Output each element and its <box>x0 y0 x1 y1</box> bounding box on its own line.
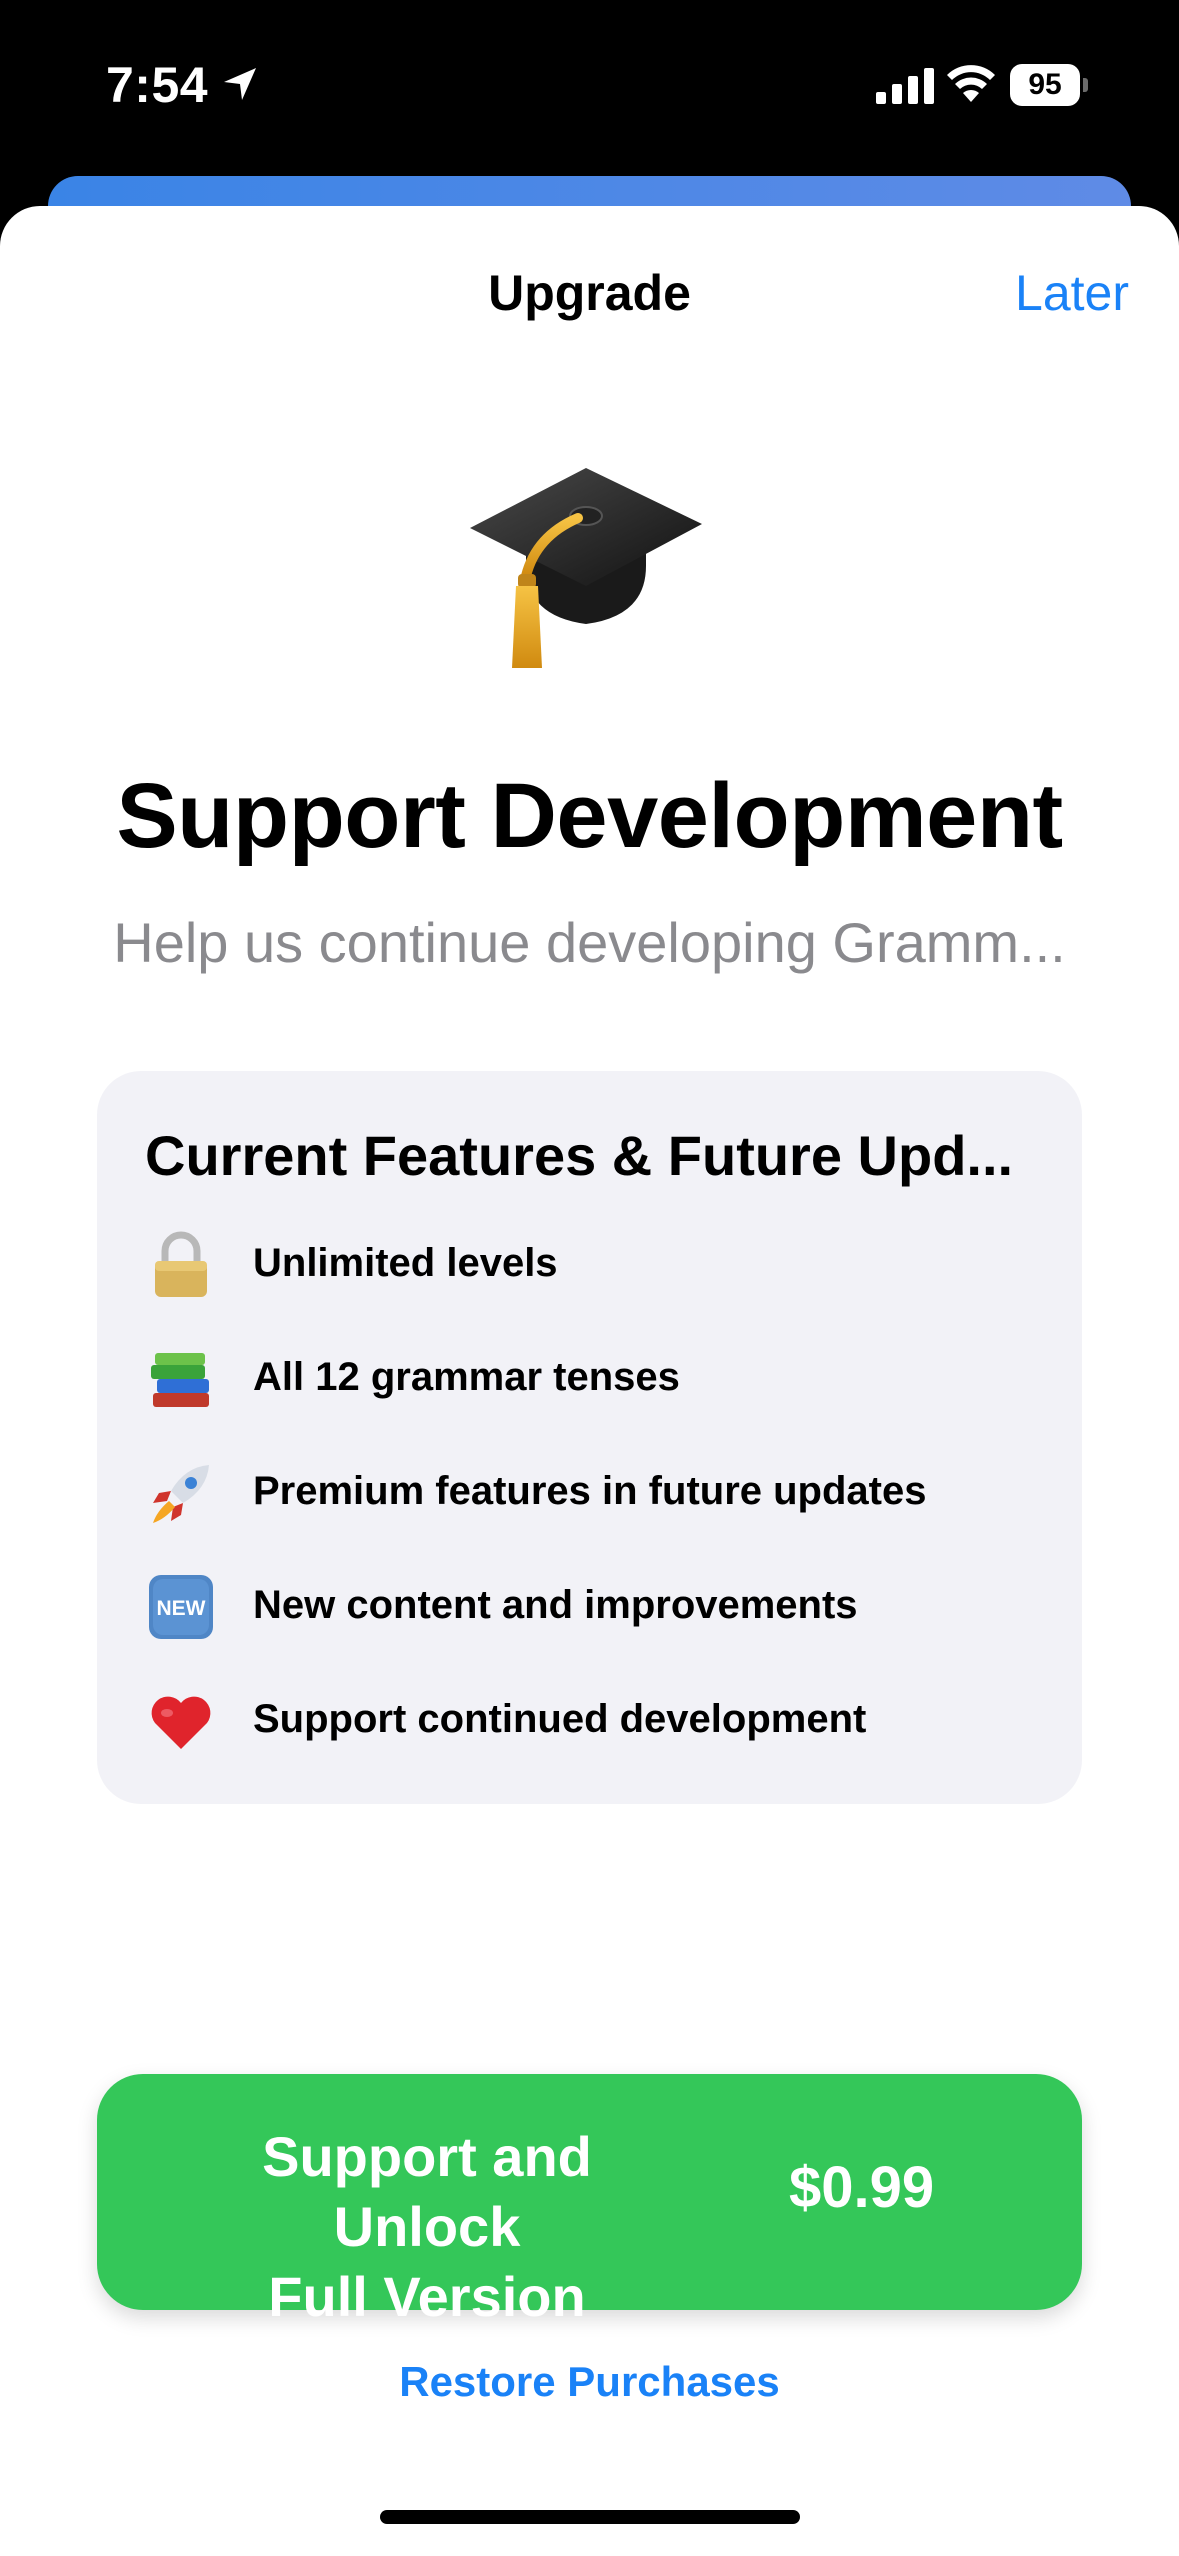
headline: Support Development <box>116 765 1063 867</box>
new-badge-text: NEW <box>157 1597 206 1620</box>
new-badge-icon: NEW <box>149 1575 213 1639</box>
heart-icon <box>151 1696 211 1749</box>
cta-line-1: Support and Unlock <box>262 2125 592 2258</box>
cta-label: Support and Unlock Full Version <box>177 2122 677 2332</box>
rocket-icon <box>153 1465 209 1523</box>
cta-line-2: Full Version <box>268 2265 586 2328</box>
feature-label: Support continued development <box>253 1697 867 1741</box>
home-indicator[interactable] <box>380 2510 800 2524</box>
feature-label: All 12 grammar tenses <box>253 1355 680 1399</box>
cellular-signal-icon <box>876 68 934 104</box>
upgrade-sheet: Upgrade Later Support Development Help u… <box>0 206 1179 2556</box>
feature-label: Unlimited levels <box>253 1241 558 1285</box>
support-unlock-button[interactable]: Support and Unlock Full Version $0.99 <box>97 2074 1082 2328</box>
battery-tip <box>1083 78 1088 92</box>
status-bar: 7:54 95 <box>0 0 1179 175</box>
feature-item: All 12 grammar tenses <box>145 1339 1045 1419</box>
subhead: Help us continue developing Gramm... <box>113 911 1066 974</box>
wifi-icon <box>947 65 995 102</box>
padlock-icon <box>155 1231 207 1297</box>
feature-item: Premium features in future updates <box>145 1453 1045 1533</box>
books-icon <box>151 1353 209 1407</box>
features-title: Current Features & Future Upd... <box>145 1124 1014 1187</box>
battery-icon: 95 <box>1010 64 1088 106</box>
feature-item: Support continued development <box>145 1681 1045 1761</box>
restore-purchases-link[interactable]: Restore Purchases <box>0 2358 1179 2406</box>
location-arrow-icon <box>224 68 256 100</box>
feature-item: NEW New content and improvements <box>145 1567 1045 1647</box>
later-button[interactable]: Later <box>1015 264 1129 322</box>
feature-label: Premium features in future updates <box>253 1469 927 1513</box>
battery-level: 95 <box>1010 64 1080 106</box>
cta-price: $0.99 <box>789 2155 935 2220</box>
features-card: Current Features & Future Upd... Unlimit… <box>97 1071 1082 1804</box>
graduation-cap-icon <box>470 468 702 668</box>
nav-title: Upgrade <box>488 265 691 321</box>
status-time: 7:54 <box>106 57 209 113</box>
feature-item: Unlimited levels <box>145 1225 1045 1305</box>
feature-label: New content and improvements <box>253 1583 858 1627</box>
